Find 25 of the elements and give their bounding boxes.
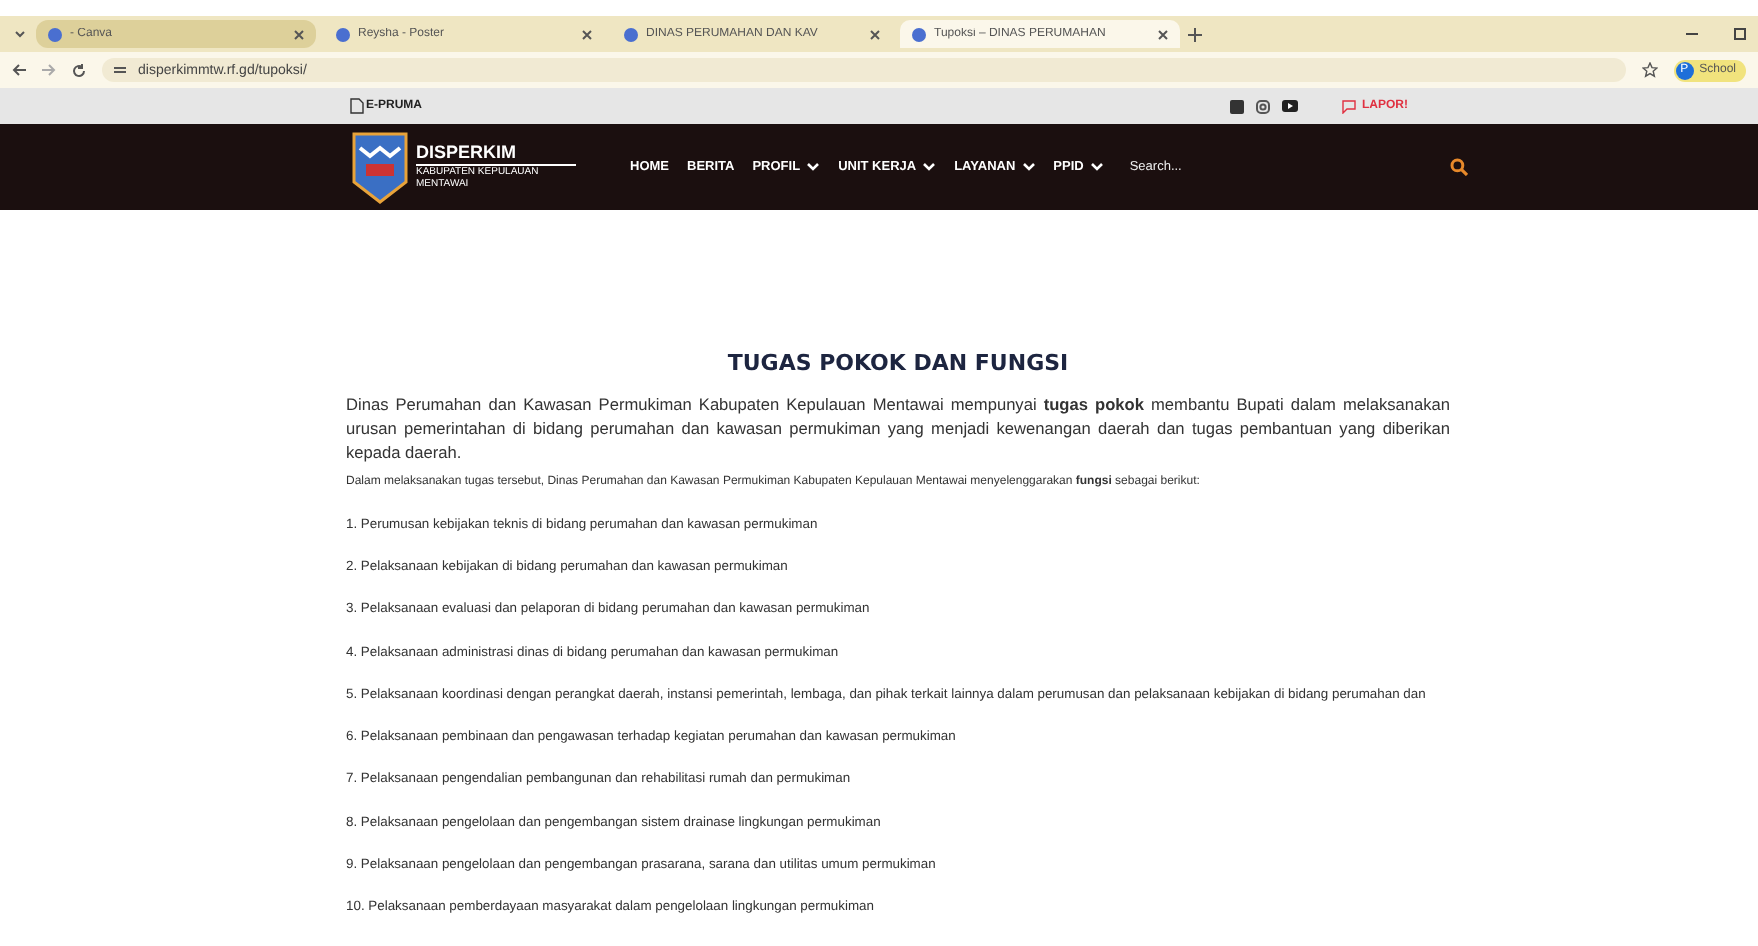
chevron-down-icon — [922, 162, 937, 172]
close-icon[interactable] — [870, 29, 880, 39]
back-icon[interactable] — [12, 64, 26, 76]
page-title: TUGAS POKOK DAN FUNGSI — [725, 350, 1071, 376]
youtube-icon[interactable] — [1282, 99, 1298, 111]
instagram-icon[interactable] — [1256, 99, 1270, 113]
tab-list-icon[interactable] — [12, 26, 28, 42]
reload-icon[interactable] — [72, 63, 86, 77]
chat-icon — [1342, 99, 1360, 113]
search-icon[interactable] — [1450, 158, 1468, 176]
close-icon[interactable] — [1158, 29, 1168, 39]
chevron-down-icon — [1089, 162, 1104, 172]
chevron-down-icon — [806, 162, 821, 172]
new-tab-icon[interactable] — [1188, 27, 1202, 41]
close-icon[interactable] — [294, 29, 304, 39]
minimize-icon[interactable] — [1686, 32, 1698, 36]
close-icon[interactable] — [582, 29, 592, 39]
logo-title: DISPERKIM — [416, 144, 576, 166]
restore-icon[interactable] — [1734, 28, 1746, 40]
chevron-down-icon — [1021, 162, 1036, 172]
star-icon[interactable] — [1641, 62, 1658, 78]
site-settings-icon[interactable] — [114, 64, 126, 76]
logo-icon[interactable] — [352, 131, 408, 203]
intro-paragraph: Dinas Perumahan dan Kawasan Permukiman Kabupaten Kepulauan Mentawai mempunyai tugas pokok membantu Bupati dalam melaksanakan urusan pemerintahan di bidang perumahan dan kawasan permukiman yang menjadi kewenangan daerah dan tugas pembantuan yang diberikan kepada daerah. — [346, 392, 1450, 465]
document-icon — [350, 98, 364, 114]
